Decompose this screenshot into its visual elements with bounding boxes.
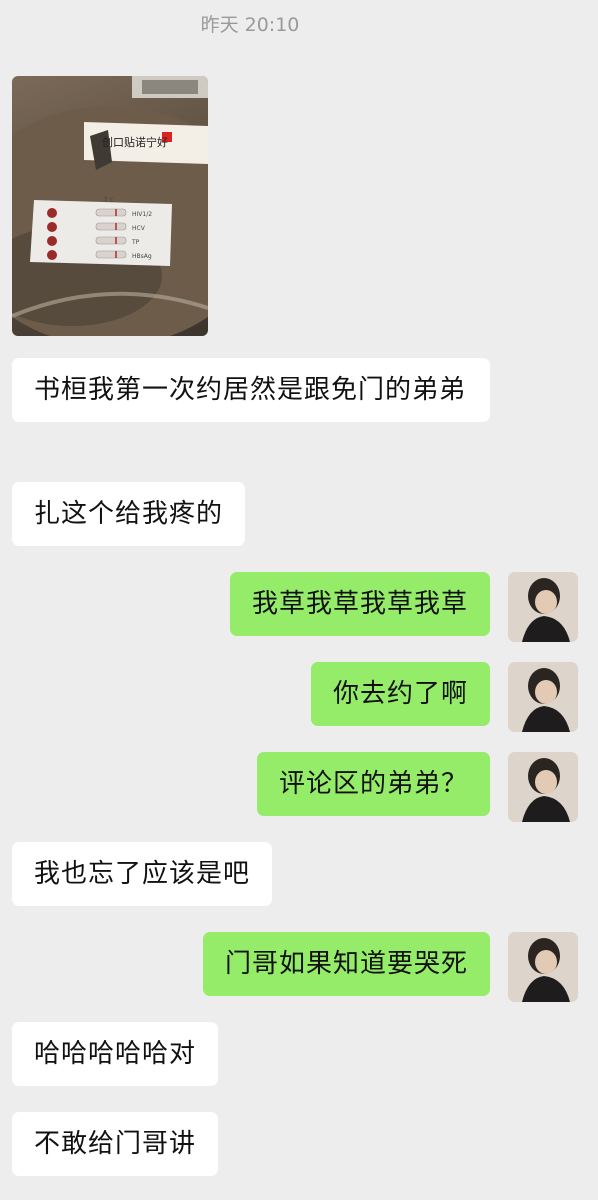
message-text: 哈哈哈哈哈对 (34, 1039, 197, 1069)
message-bubble-outgoing[interactable]: 评论区的弟弟？ (256, 752, 490, 816)
message-bubble-outgoing[interactable]: 门哥如果知道要哭死 (202, 932, 490, 996)
message-text: 你去约了啊 (332, 679, 468, 709)
message-bubble-incoming[interactable]: 书桓我第一次约居然是跟免门的弟弟 (12, 358, 490, 422)
message-text: 评论区的弟弟？ (278, 769, 468, 799)
message-bubble-incoming[interactable]: 不敢给门哥讲 (12, 1112, 219, 1176)
message-timestamp: 昨天 20:10 (200, 14, 300, 36)
user-avatar[interactable] (508, 662, 578, 732)
person-avatar-icon (508, 932, 578, 1002)
photo-message[interactable]: 创口贴诺宁好 HIV1/2 HCV TP HBsAg T C (12, 76, 208, 336)
kit-label-hcv: HCV (132, 225, 146, 232)
message-bubble-incoming[interactable]: 我也忘了应该是吧 (12, 842, 273, 906)
test-kit-photo-icon: 创口贴诺宁好 HIV1/2 HCV TP HBsAg T C (12, 76, 208, 336)
user-avatar[interactable] (508, 932, 578, 1002)
packet-label: 创口贴诺宁好 (102, 135, 168, 149)
message-text: 门哥如果知道要哭死 (224, 949, 468, 979)
message-bubble-incoming[interactable]: 哈哈哈哈哈对 (12, 1022, 219, 1086)
message-text: 扎这个给我疼的 (34, 499, 224, 529)
message-bubble-outgoing[interactable]: 你去约了啊 (310, 662, 490, 726)
kit-bottom-label: T C (103, 197, 114, 204)
message-text: 书桓我第一次约居然是跟免门的弟弟 (34, 375, 467, 405)
user-avatar[interactable] (508, 752, 578, 822)
message-bubble-incoming[interactable]: 扎这个给我疼的 (12, 482, 246, 546)
message-text: 不敢给门哥讲 (34, 1129, 197, 1159)
person-avatar-icon (508, 572, 578, 642)
user-avatar[interactable] (508, 572, 578, 642)
person-avatar-icon (508, 752, 578, 822)
message-text: 我草我草我草我草 (251, 589, 468, 619)
kit-label-hiv: HIV1/2 (132, 211, 152, 218)
person-avatar-icon (508, 662, 578, 732)
message-bubble-outgoing[interactable]: 我草我草我草我草 (229, 572, 490, 636)
kit-label-tp: TP (131, 239, 140, 246)
kit-label-hbsag: HBsAg (132, 253, 152, 260)
message-text: 我也忘了应该是吧 (34, 859, 251, 889)
